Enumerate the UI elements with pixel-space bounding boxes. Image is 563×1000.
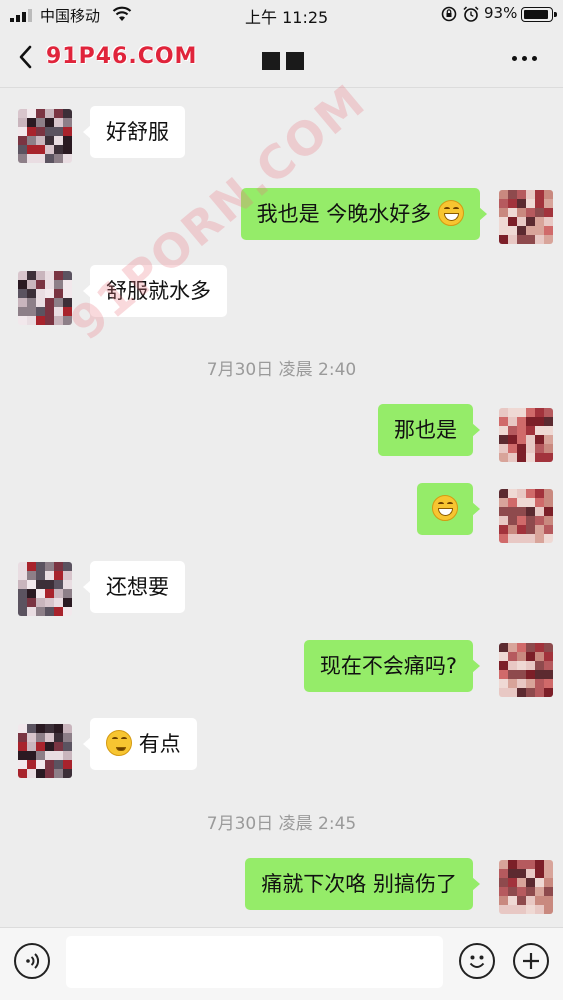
message-bubble-outgoing[interactable]: 我也是 今晚水好多 (240, 188, 488, 240)
more-dots-icon[interactable] (512, 52, 538, 64)
contact-avatar[interactable] (18, 271, 72, 325)
message-bubble-outgoing[interactable]: 痛就下次咯 别搞伤了 (245, 858, 480, 910)
message-text: 痛就下次咯 别搞伤了 (261, 872, 457, 896)
message-bubble-incoming[interactable]: 舒服就水多 (83, 265, 227, 317)
input-bar (0, 927, 563, 1000)
emoji-icon[interactable] (459, 943, 495, 979)
message-text: 好舒服 (106, 120, 169, 144)
message-text: 有点 (138, 732, 181, 756)
message-input[interactable] (66, 936, 443, 988)
carrier-label: 中国移动 (40, 7, 101, 25)
battery-level (524, 10, 549, 19)
self-avatar[interactable] (499, 489, 553, 543)
contact-avatar[interactable] (18, 109, 72, 163)
plus-icon[interactable] (513, 943, 549, 979)
self-avatar[interactable] (499, 408, 553, 462)
message-bubble-outgoing[interactable] (417, 483, 480, 535)
contact-avatar[interactable] (18, 724, 72, 778)
nav-bar: 91P46.COM (0, 30, 563, 88)
grinning-face-icon (432, 495, 458, 521)
message-bubble-outgoing[interactable]: 那也是 (378, 404, 480, 456)
message-bubble-incoming[interactable]: 还想要 (83, 561, 185, 613)
rotation-lock-icon (441, 6, 457, 22)
message-bubble-incoming[interactable]: 好舒服 (83, 106, 185, 158)
self-avatar[interactable] (499, 190, 553, 244)
message-text: 舒服就水多 (106, 279, 211, 303)
chat-area[interactable]: 好舒服 我也是 今晚水好多 舒服就水多 7月30日 凌晨 2:40 那也是 还想… (0, 73, 563, 927)
timestamp: 7月30日 凌晨 2:40 (206, 360, 357, 380)
thinking-face-icon (106, 730, 132, 756)
contact-name-redacted (262, 52, 310, 72)
message-bubble-incoming[interactable]: 有点 (83, 718, 197, 770)
status-bar: 中国移动 上午 11:25 93% (0, 0, 563, 30)
wifi-icon (112, 6, 132, 21)
message-bubble-outgoing[interactable]: 现在不会痛吗? (303, 640, 481, 692)
clock: 上午 11:25 (245, 8, 329, 27)
message-text: 那也是 (394, 418, 457, 442)
self-avatar[interactable] (499, 860, 553, 914)
battery-icon (521, 7, 557, 22)
contact-avatar[interactable] (18, 562, 72, 616)
message-text: 现在不会痛吗? (319, 654, 457, 678)
message-text: 我也是 今晚水好多 (256, 202, 432, 226)
watermark-text: 91P46.COM (46, 44, 198, 69)
timestamp: 7月30日 凌晨 2:45 (206, 814, 357, 834)
message-text: 还想要 (106, 575, 169, 599)
alarm-icon (463, 6, 479, 22)
grinning-face-icon (438, 200, 464, 226)
self-avatar[interactable] (499, 643, 553, 697)
chevron-left-icon[interactable] (16, 44, 36, 70)
battery-percent: 93% (484, 4, 518, 22)
voice-icon[interactable] (14, 943, 50, 979)
signal-icon (10, 9, 32, 22)
